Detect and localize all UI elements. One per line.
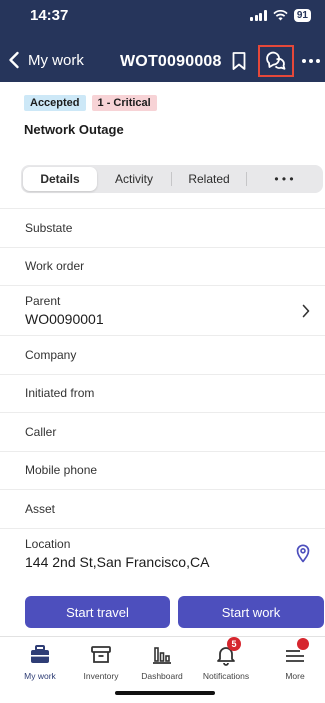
field-location[interactable]: Location 144 2nd St,San Francisco,CA <box>0 527 325 578</box>
field-label: Location <box>25 536 71 551</box>
nav-dashboard[interactable]: Dashboard <box>130 643 194 681</box>
menu-icon-wrap <box>283 638 309 667</box>
wifi-icon <box>273 10 288 21</box>
nav-more[interactable]: More <box>263 638 325 681</box>
nav-inventory[interactable]: Inventory <box>69 643 133 681</box>
bookmark-icon[interactable] <box>230 51 248 71</box>
field-caller[interactable]: Caller <box>0 412 325 451</box>
page-title: WOT0090008 <box>120 53 222 70</box>
field-label: Company <box>25 347 77 362</box>
more-options-icon[interactable] <box>300 51 322 71</box>
details-form: Substate Work order Parent WO0090001 Com… <box>0 208 325 578</box>
record-title: Network Outage <box>24 122 124 137</box>
chevron-right-icon[interactable] <box>301 303 311 319</box>
chat-bubbles-icon <box>266 51 286 70</box>
field-mobile-phone[interactable]: Mobile phone <box>0 450 325 490</box>
notification-count-badge: 5 <box>227 637 241 651</box>
field-label: Parent <box>25 294 61 308</box>
nav-label: More <box>285 671 305 681</box>
more-alert-dot <box>297 638 309 650</box>
field-work-order[interactable]: Work order <box>0 246 325 286</box>
field-label: Initiated from <box>25 386 95 401</box>
tab-related[interactable]: Related <box>172 167 246 191</box>
briefcase-icon <box>31 645 49 663</box>
nav-label: Notifications <box>202 671 250 681</box>
bar-chart-icon <box>153 647 171 664</box>
state-badge: Accepted <box>24 95 86 111</box>
tab-more[interactable]: • • • <box>247 167 321 191</box>
start-travel-button[interactable]: Start travel <box>25 596 170 628</box>
home-indicator <box>115 691 215 695</box>
back-button[interactable]: My work <box>4 49 84 71</box>
chevron-left-icon <box>9 51 19 69</box>
status-time: 14:37 <box>30 7 69 24</box>
battery-indicator: 91 <box>293 9 311 22</box>
field-label: Caller <box>25 424 57 439</box>
segmented-tabs: Details Activity Related • • • <box>21 165 323 193</box>
status-icons: 91 <box>250 9 311 22</box>
record-badges: Accepted 1 - Critical <box>24 95 157 111</box>
back-label: My work <box>28 51 84 69</box>
nav-notifications[interactable]: 5 Notifications <box>194 637 258 681</box>
field-initiated-from[interactable]: Initiated from <box>0 373 325 413</box>
nav-label: My work <box>24 671 56 681</box>
field-label: Substate <box>25 220 73 235</box>
field-label: Work order <box>25 259 85 274</box>
field-value: 144 2nd St,San Francisco,CA <box>25 553 210 570</box>
field-parent[interactable]: Parent WO0090001 <box>0 285 325 335</box>
tab-activity[interactable]: Activity <box>97 167 171 191</box>
field-asset[interactable]: Asset <box>0 489 325 528</box>
field-label: Asset <box>25 501 56 516</box>
priority-badge: 1 - Critical <box>91 95 157 111</box>
nav-label: Dashboard <box>141 671 183 681</box>
chat-button[interactable] <box>258 45 294 77</box>
inventory-box-icon <box>91 646 111 663</box>
field-substate[interactable]: Substate <box>0 208 325 247</box>
nav-my-work[interactable]: My work <box>8 643 72 681</box>
location-pin-icon[interactable] <box>295 543 311 563</box>
signal-icon <box>250 10 267 21</box>
nav-bar: My work WOT0090008 <box>0 45 325 77</box>
field-company[interactable]: Company <box>0 335 325 374</box>
start-work-button[interactable]: Start work <box>178 596 324 628</box>
bell-icon-wrap: 5 <box>214 637 241 667</box>
nav-label: Inventory <box>83 671 119 681</box>
status-bar: 14:37 91 <box>0 0 325 38</box>
field-value: WO0090001 <box>25 311 104 327</box>
tab-details[interactable]: Details <box>23 167 97 191</box>
action-buttons: Start travel Start work <box>25 596 325 628</box>
app-header: 14:37 91 My work WOT0090008 <box>0 0 325 82</box>
field-label: Mobile phone <box>25 463 98 478</box>
